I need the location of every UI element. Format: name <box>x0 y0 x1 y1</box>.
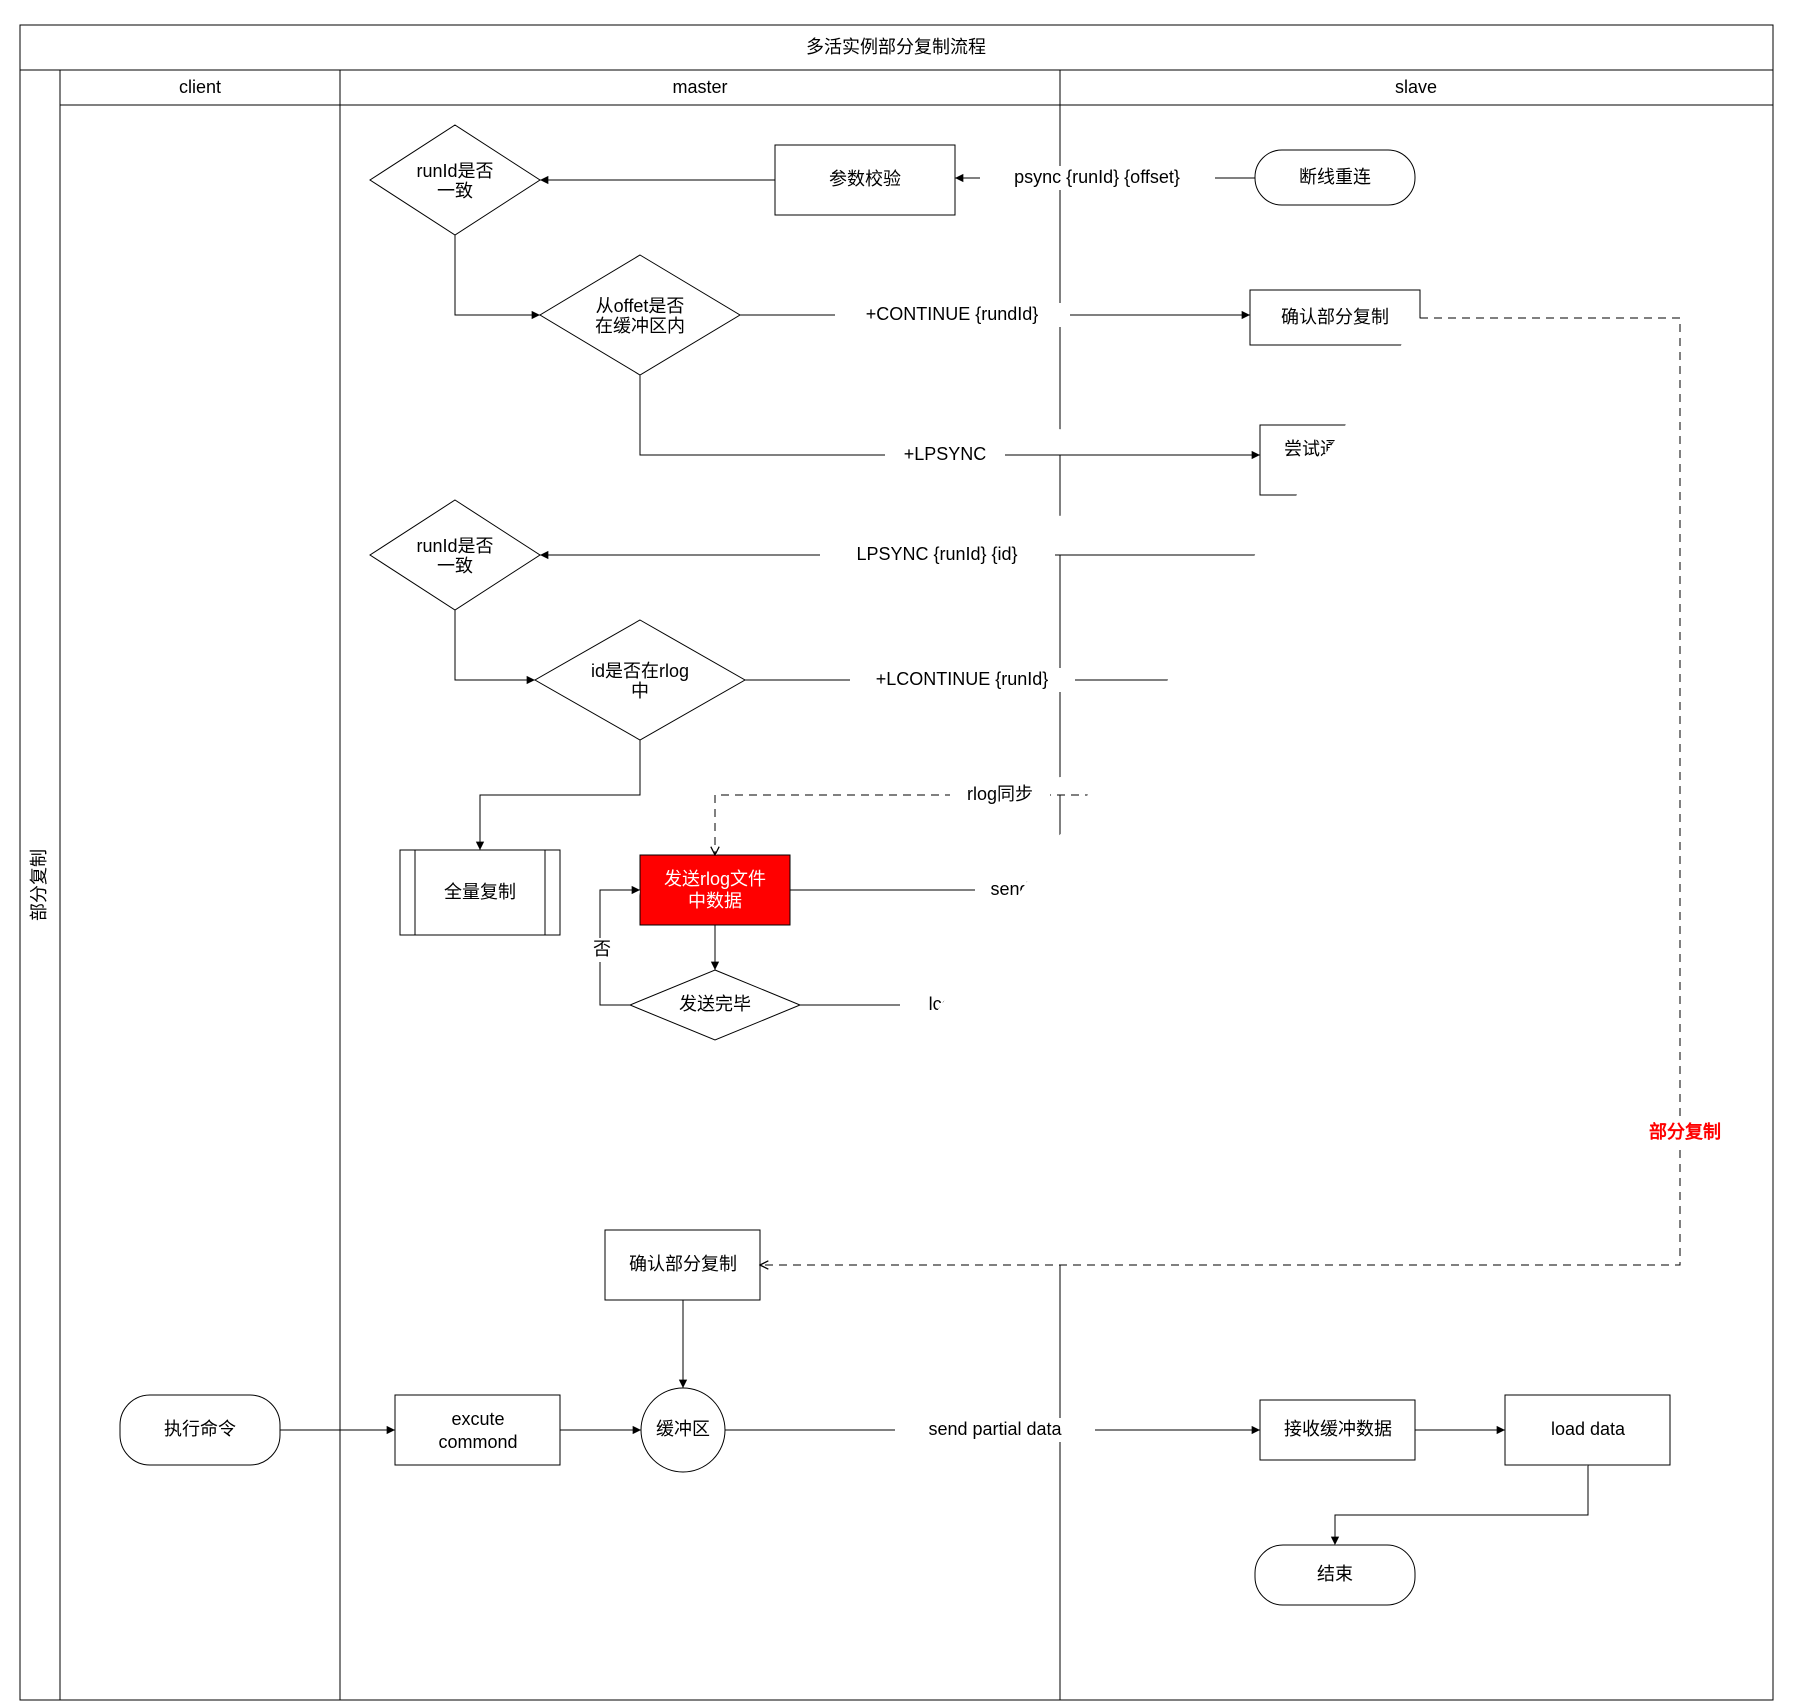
svg-text:commond: commond <box>438 1432 517 1452</box>
lane-client-label: client <box>179 77 221 97</box>
svg-text:load data: load data <box>1551 1419 1626 1439</box>
svg-text:否: 否 <box>593 939 611 959</box>
svg-text:部分复制: 部分复制 <box>1649 1121 1721 1142</box>
node-excute <box>395 1395 560 1465</box>
lane-master-label: master <box>672 77 727 97</box>
svg-text:runId是否: runId是否 <box>416 161 493 181</box>
svg-text:参数校验: 参数校验 <box>829 169 901 189</box>
svg-text:全量复制: 全量复制 <box>444 882 516 902</box>
svg-text:中: 中 <box>631 681 649 701</box>
svg-text:+LCONTINUE {runId}: +LCONTINUE {runId} <box>876 669 1049 689</box>
svg-text:send partial data: send partial data <box>928 1419 1062 1439</box>
svg-text:id是否在rlog: id是否在rlog <box>591 661 689 681</box>
svg-text:excute: excute <box>451 1409 504 1429</box>
svg-text:psync {runId} {offset}: psync {runId} {offset} <box>1014 167 1180 187</box>
svg-text:确认部分复制: 确认部分复制 <box>629 1254 737 1274</box>
diagram-title: 多活实例部分复制流程 <box>806 37 986 57</box>
svg-text:执行命令: 执行命令 <box>164 1419 236 1439</box>
svg-text:结束: 结束 <box>1317 1564 1353 1584</box>
svg-text:+LPSYNC: +LPSYNC <box>904 444 987 464</box>
svg-text:+CONTINUE {rundId}: +CONTINUE {rundId} <box>866 304 1039 324</box>
svg-text:一致: 一致 <box>437 556 473 576</box>
svg-text:LPSYNC {runId} {id}: LPSYNC {runId} {id} <box>856 544 1017 564</box>
svg-text:中数据: 中数据 <box>688 891 742 911</box>
side-lane-label: 部分复制 <box>29 849 49 921</box>
svg-text:发送rlog文件: 发送rlog文件 <box>664 869 766 889</box>
svg-text:rlog同步: rlog同步 <box>967 784 1033 804</box>
svg-text:确认部分复制: 确认部分复制 <box>1281 307 1389 327</box>
lane-slave-label: slave <box>1395 77 1437 97</box>
svg-text:runId是否: runId是否 <box>416 536 493 556</box>
svg-text:一致: 一致 <box>437 181 473 201</box>
svg-text:断线重连: 断线重连 <box>1299 167 1371 187</box>
svg-text:发送完毕: 发送完毕 <box>679 994 751 1014</box>
flowchart: 多活实例部分复制流程 部分复制 client master slave 断线重连… <box>0 0 1793 1706</box>
svg-text:缓冲区: 缓冲区 <box>656 1419 710 1439</box>
svg-text:接收缓冲数据: 接收缓冲数据 <box>1284 1419 1392 1439</box>
svg-text:在缓冲区内: 在缓冲区内 <box>595 316 685 336</box>
svg-text:从offet是否: 从offet是否 <box>596 296 685 316</box>
